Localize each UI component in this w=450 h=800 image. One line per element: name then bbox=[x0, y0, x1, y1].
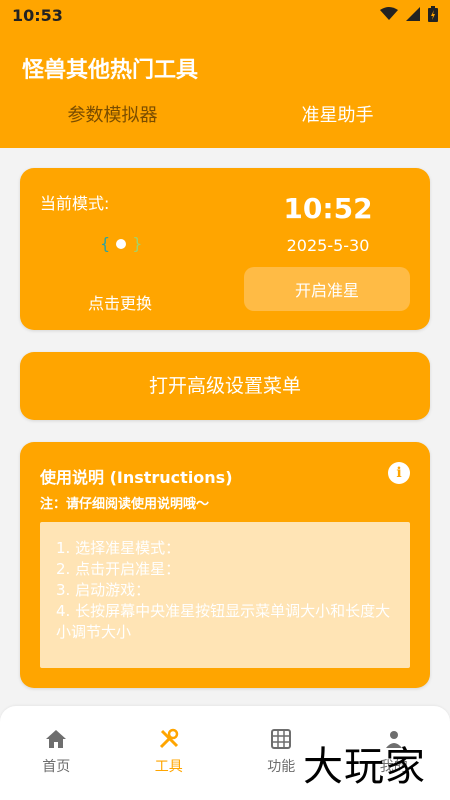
info-icon[interactable]: i bbox=[388, 462, 410, 484]
watermark-logo: 大玩家 bbox=[303, 744, 426, 790]
tab-bar: 参数模拟器 准星助手 bbox=[0, 96, 450, 136]
app-title: 怪兽其他热门工具 bbox=[22, 58, 199, 83]
clock-date: 2025-5-30 bbox=[286, 236, 370, 255]
switch-mode-button[interactable]: 点击更换 bbox=[88, 290, 152, 314]
battery-icon bbox=[428, 6, 438, 22]
mode-card: 当前模式: { } 点击更换 10:52 2025-5-30 开启准星 bbox=[20, 168, 430, 330]
instructions-card: 使用说明 (Instructions) i 注：请仔细阅读使用说明哦～ 1. 选… bbox=[20, 442, 430, 688]
instruction-step: 1. 选择准星模式： bbox=[56, 539, 181, 557]
home-icon bbox=[45, 726, 67, 752]
tab-parameter-simulator[interactable]: 参数模拟器 bbox=[0, 96, 225, 136]
status-bar: 10:53 bbox=[0, 0, 450, 32]
tab-crosshair-assistant[interactable]: 准星助手 bbox=[225, 96, 450, 136]
clock-time: 10:52 bbox=[283, 192, 373, 225]
advanced-settings-button[interactable]: 打开高级设置菜单 bbox=[20, 352, 430, 420]
advanced-settings-label: 打开高级设置菜单 bbox=[148, 375, 301, 397]
nav-features-label: 功能 bbox=[267, 759, 296, 775]
indicator-right-bracket: } bbox=[132, 234, 143, 253]
app-header: 怪兽其他热门工具 参数模拟器 准星助手 bbox=[0, 32, 450, 148]
instruction-step: 2. 点击开启准星： bbox=[56, 560, 181, 578]
status-time: 10:53 bbox=[12, 6, 63, 25]
indicator-left-bracket: { bbox=[100, 234, 111, 253]
current-mode-label: 当前模式: bbox=[40, 194, 110, 213]
tools-icon bbox=[158, 726, 180, 752]
status-icons bbox=[380, 6, 438, 22]
nav-tools[interactable]: 工具 bbox=[113, 726, 226, 776]
crosshair-dot-icon bbox=[116, 238, 127, 249]
grid-icon bbox=[271, 726, 292, 752]
start-crosshair-button[interactable]: 开启准星 bbox=[244, 267, 410, 311]
instructions-steps: 1. 选择准星模式： 2. 点击开启准星： 3. 启动游戏： 4. 长按屏幕中央… bbox=[40, 522, 410, 668]
nav-home[interactable]: 首页 bbox=[0, 726, 113, 776]
signal-icon bbox=[406, 7, 420, 21]
instruction-step: 4. 长按屏幕中央准星按钮显示菜单调大小和长度大小调节大小 bbox=[56, 602, 391, 641]
instructions-title: 使用说明 (Instructions) bbox=[40, 468, 233, 487]
instruction-step: 3. 启动游戏： bbox=[56, 581, 151, 599]
crosshair-mode-indicator[interactable]: { } bbox=[100, 234, 142, 253]
wifi-icon bbox=[380, 7, 398, 20]
nav-tools-label: 工具 bbox=[154, 759, 183, 775]
instructions-note: 注：请仔细阅读使用说明哦～ bbox=[40, 497, 210, 512]
nav-home-label: 首页 bbox=[42, 759, 71, 775]
